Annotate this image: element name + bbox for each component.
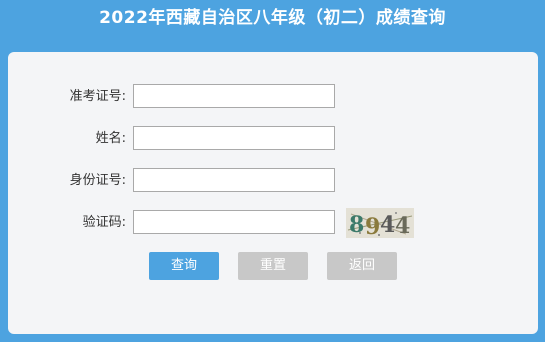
query-form-card: 准考证号: 姓名: 身份证号: 验证码: 8 9 4 4 查询 重置 返回 [8,52,538,334]
captcha-digit-2: 9 [365,214,380,238]
id-number-row: 身份证号: [8,168,538,194]
captcha-digit-1: 8 [349,212,364,238]
back-button[interactable]: 返回 [327,252,397,280]
captcha-row: 验证码: 8 9 4 4 [8,208,538,238]
captcha-digit-4: 4 [395,213,410,238]
exam-number-row: 准考证号: [8,84,538,110]
captcha-digit-3: 4 [380,212,395,238]
id-number-input[interactable] [133,168,335,192]
captcha-input[interactable] [133,210,335,234]
exam-number-input[interactable] [133,84,335,108]
id-number-label: 身份证号: [69,173,126,188]
name-label: 姓名: [95,131,126,146]
name-input[interactable] [133,126,335,150]
query-button[interactable]: 查询 [149,252,219,280]
page-title: 2022年西藏自治区八年级（初二）成绩查询 [99,8,446,28]
name-row: 姓名: [8,126,538,152]
reset-button[interactable]: 重置 [238,252,308,280]
captcha-label: 验证码: [82,215,126,230]
captcha-image[interactable]: 8 9 4 4 [346,208,414,238]
exam-number-label: 准考证号: [69,89,126,104]
